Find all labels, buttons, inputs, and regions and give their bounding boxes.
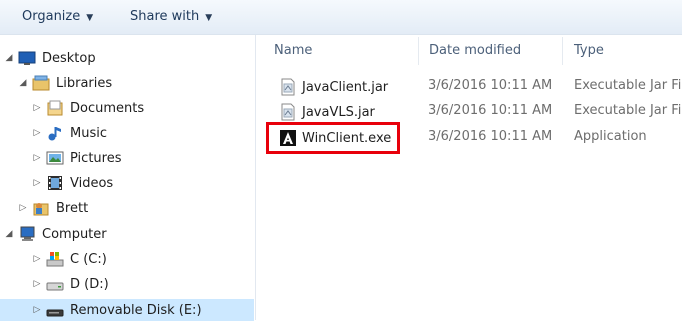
navigation-pane: ◢ Desktop ◢ Libraries ▷ Documents ▷ Musi… [0, 35, 256, 321]
file-name-cell: JavaClient.jar [280, 78, 388, 96]
nav-item-label: Computer [42, 226, 107, 242]
file-date: 3/6/2016 10:11 AM [428, 103, 553, 118]
pictures-icon [46, 150, 64, 166]
file-list-pane: Name Date modified Type JavaClient.jar 3… [256, 35, 682, 320]
column-header-date[interactable]: Date modified [429, 43, 521, 58]
nav-item-label: Libraries [56, 75, 113, 91]
file-date: 3/6/2016 10:11 AM [428, 78, 553, 93]
nav-item-music[interactable]: ▷ Music [32, 122, 107, 144]
expand-arrow-icon[interactable]: ▷ [32, 279, 42, 289]
collapse-arrow-icon[interactable]: ◢ [18, 78, 28, 88]
organize-button[interactable]: Organize ▼ [22, 9, 93, 24]
collapse-arrow-icon[interactable]: ◢ [4, 229, 14, 239]
nav-item-libraries[interactable]: ◢ Libraries [18, 72, 112, 94]
column-divider[interactable] [418, 37, 419, 65]
collapse-arrow-icon[interactable]: ◢ [4, 53, 14, 63]
documents-icon [46, 100, 64, 116]
nav-item-videos[interactable]: ▷ Videos [32, 172, 114, 194]
nav-item-removable-disk[interactable]: ▷ Removable Disk (E:) [0, 299, 254, 321]
expand-arrow-icon[interactable]: ▷ [32, 153, 42, 163]
dropdown-arrow-icon: ▼ [86, 13, 94, 23]
share-with-label: Share with [130, 9, 200, 24]
file-row[interactable]: JavaClient.jar 3/6/2016 10:11 AM Executa… [256, 75, 682, 97]
dropdown-arrow-icon: ▼ [205, 13, 213, 23]
system-drive-icon [46, 251, 64, 267]
file-type: Executable Jar Fil [574, 103, 682, 118]
nav-item-desktop[interactable]: ◢ Desktop [4, 47, 96, 69]
expand-arrow-icon[interactable]: ▷ [18, 203, 28, 213]
nav-item-brett[interactable]: ▷ Brett [18, 197, 196, 219]
drive-icon [46, 276, 64, 292]
jar-file-icon [280, 103, 296, 121]
file-type: Executable Jar Fil [574, 78, 682, 93]
organize-label: Organize [22, 9, 81, 24]
user-folder-icon [32, 200, 50, 216]
expand-arrow-icon[interactable]: ▷ [32, 128, 42, 138]
nav-item-label: Pictures [70, 150, 122, 166]
share-with-button[interactable]: Share with ▼ [130, 9, 212, 24]
file-date: 3/6/2016 10:11 AM [428, 129, 553, 144]
libraries-icon [32, 75, 50, 91]
column-header-name[interactable]: Name [274, 43, 312, 58]
nav-item-label: C (C:) [70, 251, 107, 267]
nav-item-c-drive[interactable]: ▷ C (C:) [32, 248, 107, 270]
nav-item-pictures[interactable]: ▷ Pictures [32, 147, 122, 169]
desktop-icon [18, 50, 36, 66]
expand-arrow-icon[interactable]: ▷ [32, 103, 42, 113]
music-icon [46, 125, 64, 141]
column-header-type[interactable]: Type [574, 43, 604, 58]
column-divider[interactable] [562, 37, 563, 65]
highlight-box [266, 122, 400, 154]
file-name-cell: JavaVLS.jar [280, 103, 375, 121]
nav-item-label: Music [70, 125, 107, 141]
nav-item-label: D (D:) [70, 276, 109, 292]
nav-item-d-drive[interactable]: ▷ D (D:) [32, 273, 109, 295]
file-name: JavaClient.jar [302, 79, 389, 95]
file-name: JavaVLS.jar [302, 104, 375, 120]
jar-file-icon [280, 78, 296, 96]
expand-arrow-icon[interactable]: ▷ [32, 305, 42, 315]
removable-disk-icon [46, 302, 64, 318]
nav-item-label: Videos [70, 175, 114, 191]
nav-item-label: Removable Disk (E:) [70, 302, 202, 318]
computer-icon [18, 226, 36, 242]
nav-item-label: Brett [56, 200, 89, 216]
file-type: Application [574, 129, 647, 144]
nav-item-label: Desktop [42, 50, 96, 66]
expand-arrow-icon[interactable]: ▷ [32, 254, 42, 264]
videos-icon [46, 175, 64, 191]
nav-item-computer[interactable]: ◢ Computer [4, 223, 107, 245]
file-row[interactable]: JavaVLS.jar 3/6/2016 10:11 AM Executable… [256, 100, 682, 122]
command-bar: Organize ▼ Share with ▼ [0, 0, 682, 35]
nav-item-documents[interactable]: ▷ Documents [32, 97, 144, 119]
expand-arrow-icon[interactable]: ▷ [32, 178, 42, 188]
nav-item-label: Documents [70, 100, 145, 116]
